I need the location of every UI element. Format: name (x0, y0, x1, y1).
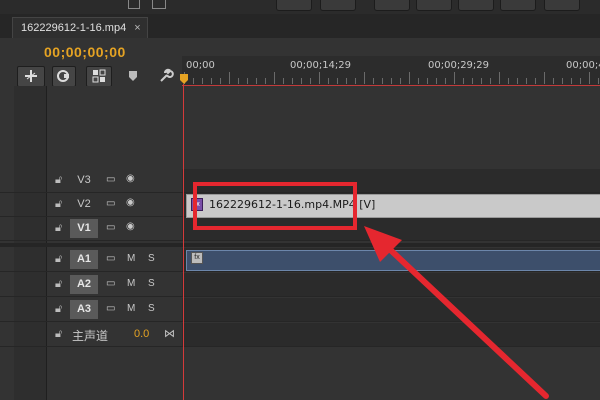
annotation-arrow (364, 226, 549, 399)
